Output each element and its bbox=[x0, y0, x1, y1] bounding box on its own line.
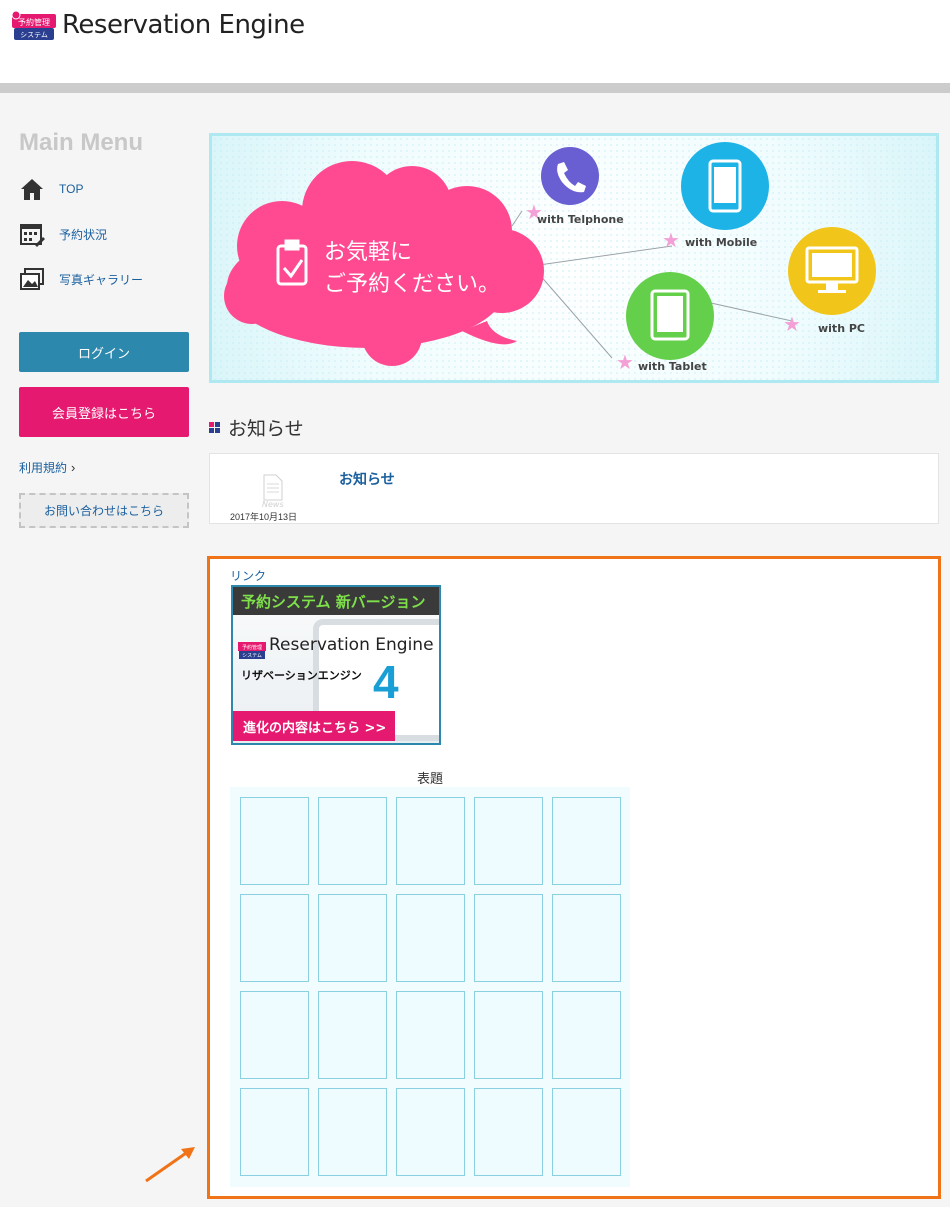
grid-cell[interactable] bbox=[240, 894, 309, 982]
svg-text:★: ★ bbox=[783, 312, 801, 336]
gallery-icon bbox=[19, 266, 45, 292]
links-section: リンク 予約システム 新バージョン 予約管理 システム Reservation … bbox=[207, 556, 941, 1199]
chevron-right-icon: › bbox=[71, 460, 76, 475]
svg-text:with PC: with PC bbox=[818, 322, 865, 335]
grid-cell[interactable] bbox=[396, 1088, 465, 1176]
grid-cell[interactable] bbox=[318, 1088, 387, 1176]
menu-title: Main Menu bbox=[19, 129, 143, 156]
grid-cell[interactable] bbox=[396, 894, 465, 982]
grid-cell[interactable] bbox=[396, 991, 465, 1079]
svg-text:システム: システム bbox=[242, 653, 262, 659]
calendar-grid bbox=[230, 787, 630, 1187]
sidebar: Main Menu TOP 予約状況 写真ギャラリー ログイン 会員登録はこちら… bbox=[0, 93, 200, 1207]
sidebar-item-label: TOP bbox=[59, 182, 84, 196]
news-heading-title: お知らせ bbox=[228, 419, 304, 440]
grid-cell[interactable] bbox=[396, 797, 465, 885]
svg-text:with Telphone: with Telphone bbox=[537, 213, 624, 226]
grid-cell[interactable] bbox=[240, 797, 309, 885]
grid-cell[interactable] bbox=[552, 894, 621, 982]
svg-text:with Tablet: with Tablet bbox=[638, 360, 707, 373]
sidebar-item-reservation-status[interactable]: 予約状況 bbox=[19, 220, 189, 248]
calendar-icon bbox=[19, 221, 45, 247]
links-label[interactable]: リンク bbox=[230, 567, 266, 584]
logo-badge-small: 予約管理 システム bbox=[238, 642, 266, 659]
grid-cell[interactable] bbox=[474, 797, 543, 885]
svg-text:with Mobile: with Mobile bbox=[685, 236, 757, 249]
terms-link-label: 利用規約 bbox=[19, 461, 68, 475]
logo-badge[interactable]: 予約管理 システム bbox=[10, 10, 58, 42]
svg-text:★: ★ bbox=[616, 350, 634, 374]
sidebar-item-label: 予約状況 bbox=[59, 227, 108, 242]
tablet-icon bbox=[626, 272, 714, 360]
heading-squares-icon bbox=[209, 422, 220, 433]
header-divider bbox=[0, 83, 950, 93]
sidebar-item-top[interactable]: TOP bbox=[19, 175, 189, 203]
grid-cell[interactable] bbox=[474, 1088, 543, 1176]
promo-logo-text: Reservation Engine bbox=[269, 635, 434, 655]
home-icon bbox=[19, 176, 45, 202]
promo-details-button[interactable]: 進化の内容はこちら >> bbox=[233, 711, 395, 741]
svg-text:システム: システム bbox=[20, 31, 48, 39]
hero-banner: お気軽に ご予約ください。 ★ with Telphone ★ with Mob… bbox=[209, 133, 939, 383]
terms-link[interactable]: 利用規約 › bbox=[19, 459, 75, 476]
logo-text[interactable]: Reservation Engine bbox=[62, 10, 305, 40]
grid-cell[interactable] bbox=[552, 991, 621, 1079]
grid-title: 表題 bbox=[417, 771, 444, 786]
sidebar-item-label: 写真ギャラリー bbox=[59, 272, 144, 287]
promo-top-text: 予約システム 新バージョン bbox=[233, 587, 439, 615]
svg-text:ご予約ください。: ご予約ください。 bbox=[324, 272, 500, 297]
grid-cell[interactable] bbox=[318, 894, 387, 982]
news-list: News 2017年10月13日 お知らせ bbox=[209, 453, 939, 524]
arrow-annotation-icon bbox=[145, 1147, 195, 1183]
grid-cell[interactable] bbox=[318, 797, 387, 885]
contact-button[interactable]: お問い合わせはこちら bbox=[19, 493, 189, 528]
svg-text:News: News bbox=[262, 500, 284, 508]
svg-text:★: ★ bbox=[662, 228, 680, 252]
site-header: 予約管理 システム Reservation Engine bbox=[0, 0, 950, 83]
promo-banner[interactable]: 予約システム 新バージョン 予約管理 システム Reservation Engi… bbox=[231, 585, 441, 745]
pc-icon bbox=[788, 227, 876, 315]
login-button[interactable]: ログイン bbox=[19, 332, 189, 372]
document-icon: News bbox=[262, 474, 284, 509]
phone-icon bbox=[541, 147, 599, 205]
register-button[interactable]: 会員登録はこちら bbox=[19, 387, 189, 437]
news-item-link[interactable]: お知らせ bbox=[339, 469, 395, 489]
svg-text:予約管理: 予約管理 bbox=[18, 17, 50, 27]
promo-sub-text: リザベーションエンジン bbox=[241, 669, 362, 682]
grid-cell[interactable] bbox=[552, 1088, 621, 1176]
svg-text:予約管理: 予約管理 bbox=[242, 644, 262, 651]
news-heading: お知らせ bbox=[209, 414, 304, 441]
grid-cell[interactable] bbox=[474, 894, 543, 982]
mobile-icon bbox=[681, 142, 769, 230]
grid-cell[interactable] bbox=[552, 797, 621, 885]
promo-version: 4 bbox=[373, 656, 399, 708]
news-date: 2017年10月13日 bbox=[230, 512, 298, 522]
sidebar-item-photo-gallery[interactable]: 写真ギャラリー bbox=[19, 265, 189, 293]
svg-text:お気軽に: お気軽に bbox=[324, 240, 412, 265]
grid-cell[interactable] bbox=[240, 1088, 309, 1176]
grid-cell[interactable] bbox=[474, 991, 543, 1079]
grid-cell[interactable] bbox=[318, 991, 387, 1079]
grid-cell[interactable] bbox=[240, 991, 309, 1079]
